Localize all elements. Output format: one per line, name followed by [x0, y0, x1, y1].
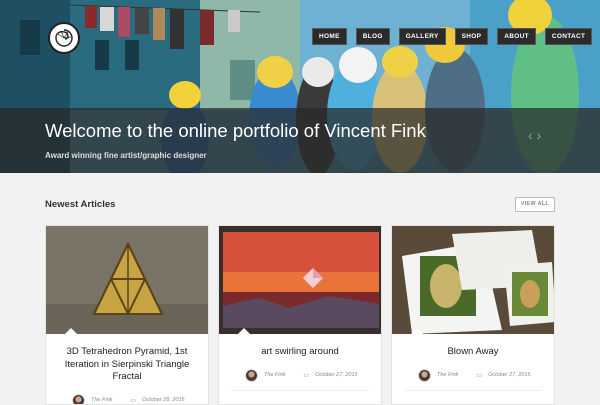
prints-image: [392, 226, 554, 334]
article-author[interactable]: The Fink: [264, 372, 285, 378]
article-meta: The Fink ▭ October 27, 2015: [245, 369, 381, 382]
article-meta: The Fink ▭ October 28, 2015: [72, 394, 208, 405]
article-title[interactable]: Blown Away: [404, 346, 542, 359]
site-logo[interactable]: [48, 22, 80, 54]
article-title[interactable]: 3D Tetrahedron Pyramid, 1st Iteration in…: [58, 346, 196, 384]
article-card[interactable]: 3D Tetrahedron Pyramid, 1st Iteration in…: [45, 225, 209, 405]
painting-image: [219, 226, 381, 334]
article-card[interactable]: art swirling around The Fink ▭ October 2…: [218, 225, 382, 405]
hero-banner: HOME BLOG GALLERY SHOP ABOUT CONTACT Wel…: [0, 0, 600, 173]
nav-gallery[interactable]: GALLERY: [399, 28, 446, 45]
slider-arrows: ‹ ›: [528, 128, 541, 142]
main-nav: HOME BLOG GALLERY SHOP ABOUT CONTACT: [312, 28, 592, 45]
article-card[interactable]: Blown Away The Fink ▭ October 27, 2015: [391, 225, 555, 405]
tetrahedron-image: [46, 226, 208, 334]
calendar-icon: ▭: [130, 397, 136, 404]
article-author[interactable]: The Fink: [437, 372, 458, 378]
nav-contact[interactable]: CONTACT: [545, 28, 592, 45]
article-title[interactable]: art swirling around: [231, 346, 369, 359]
card-divider: [404, 390, 542, 391]
chevron-left-icon[interactable]: ‹: [528, 128, 533, 142]
calendar-icon: ▭: [476, 372, 482, 379]
hero-subtitle: Award winning fine artist/graphic design…: [45, 151, 207, 160]
article-date: October 27, 2015: [315, 372, 358, 378]
calendar-icon: ▭: [303, 372, 309, 379]
article-date: October 27, 2015: [488, 372, 531, 378]
article-thumbnail[interactable]: [219, 226, 381, 334]
article-author[interactable]: The Fink: [91, 397, 112, 403]
section-title: Newest Articles: [45, 199, 115, 210]
article-thumbnail[interactable]: [46, 226, 208, 334]
nautilus-logo-icon: [52, 26, 76, 50]
article-thumbnail[interactable]: [392, 226, 554, 334]
hero-title: Welcome to the online portfolio of Vince…: [45, 120, 426, 142]
card-divider: [231, 390, 369, 391]
article-date: October 28, 2015: [142, 397, 185, 403]
avatar: [418, 369, 431, 382]
avatar: [245, 369, 258, 382]
nav-home[interactable]: HOME: [312, 28, 347, 45]
nav-blog[interactable]: BLOG: [356, 28, 390, 45]
avatar: [72, 394, 85, 405]
nav-shop[interactable]: SHOP: [455, 28, 489, 45]
article-meta: The Fink ▭ October 27, 2015: [418, 369, 554, 382]
nav-about[interactable]: ABOUT: [497, 28, 536, 45]
view-all-button[interactable]: VIEW ALL: [515, 197, 555, 212]
chevron-right-icon[interactable]: ›: [537, 128, 542, 142]
